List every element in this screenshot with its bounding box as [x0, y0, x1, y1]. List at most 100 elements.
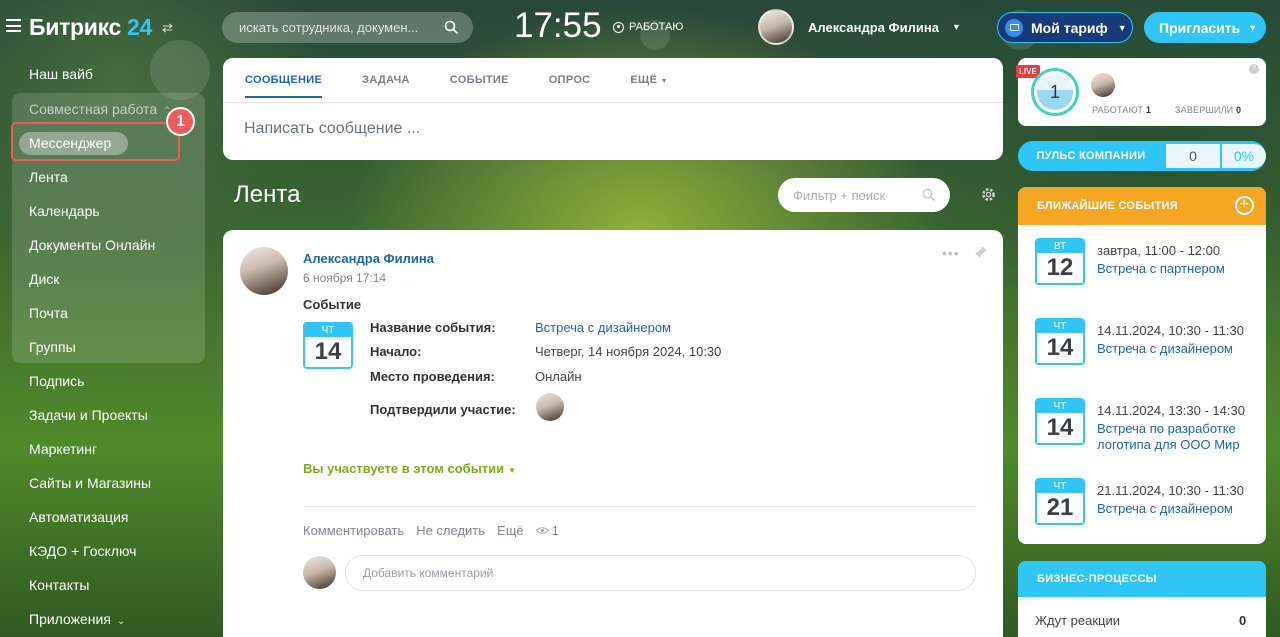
- sidebar-item-sites[interactable]: Сайты и Магазины: [29, 475, 151, 491]
- tab-message[interactable]: СООБЩЕНИЕ: [245, 74, 323, 98]
- sidebar-item-mail[interactable]: Почта: [29, 305, 68, 321]
- invite-label: Пригласить: [1159, 19, 1241, 36]
- event-title-link[interactable]: Встреча с партнером: [1097, 261, 1262, 277]
- calendar-dow: ВТ: [1037, 240, 1083, 253]
- logo[interactable]: Битрикс 24: [29, 14, 152, 41]
- event-name-link[interactable]: Встреча с дизайнером: [535, 320, 671, 335]
- calendar-day: 12: [1046, 254, 1074, 281]
- user-name[interactable]: Александра Филина: [808, 20, 939, 35]
- bp-title: БИЗНЕС-ПРОЦЕССЫ: [1018, 561, 1266, 597]
- divider: [223, 102, 1003, 103]
- record-icon: [613, 21, 624, 33]
- work-status-label: РАБОТАЮ: [629, 21, 684, 33]
- filter-search-input[interactable]: Фильтр + поиск: [778, 178, 950, 212]
- author-avatar[interactable]: [240, 247, 288, 295]
- event-time: 21.11.2024, 10:30 - 11:30: [1097, 483, 1244, 498]
- add-icon[interactable]: +: [1235, 196, 1254, 215]
- calendar-icon: ЧТ 14: [1035, 398, 1085, 445]
- calendar-icon: ЧТ 21: [1035, 478, 1085, 525]
- menu-burger-icon[interactable]: [6, 19, 21, 32]
- events-title: БЛИЖАЙШИЕ СОБЫТИЯ: [1037, 200, 1178, 212]
- comment-input[interactable]: Добавить комментарий: [345, 555, 976, 591]
- calendar-icon: ЧТ 14: [303, 322, 353, 369]
- message-input[interactable]: Написать сообщение ...: [244, 120, 420, 138]
- post-date[interactable]: 6 ноября 17:14: [303, 271, 386, 285]
- sidebar-item-marketing[interactable]: Маркетинг: [29, 441, 97, 457]
- views-count: 1: [551, 523, 559, 538]
- calendar-dow: ЧТ: [1037, 320, 1083, 333]
- gear-icon[interactable]: [980, 186, 997, 203]
- pin-icon[interactable]: [974, 245, 988, 259]
- post-actions: Комментировать Не следить Ещё 1: [303, 523, 559, 538]
- participant-avatar[interactable]: [536, 393, 564, 421]
- sidebar-item-collaboration[interactable]: Совместная работа ⌃: [29, 101, 172, 117]
- bp-row-label[interactable]: Ждут реакции: [1035, 613, 1120, 628]
- sidebar-item-apps[interactable]: Приложения ⌄: [29, 611, 125, 627]
- live-count: 1: [1037, 74, 1073, 110]
- chevron-down-icon: ▼: [660, 78, 668, 85]
- swap-icon[interactable]: ⇄: [162, 20, 173, 36]
- bp-row-count: 0: [1239, 613, 1247, 628]
- sidebar-item-signature[interactable]: Подпись: [29, 373, 84, 389]
- calendar-day: 21: [1046, 494, 1074, 521]
- search-input[interactable]: искать сотрудника, докумен...: [222, 12, 473, 43]
- tab-task[interactable]: ЗАДАЧА: [362, 74, 410, 98]
- live-user-avatar[interactable]: [1091, 73, 1115, 97]
- sidebar-item-vibe[interactable]: Наш вайб: [29, 66, 93, 82]
- tab-event[interactable]: СОБЫТИЕ: [450, 74, 509, 98]
- business-processes: БИЗНЕС-ПРОЦЕССЫ Ждут реакции 0: [1018, 561, 1266, 637]
- highlight-frame: [11, 122, 180, 161]
- sidebar-item-contacts[interactable]: Контакты: [29, 577, 89, 593]
- event-field-label: Подтвердили участие:: [370, 402, 516, 417]
- user-avatar[interactable]: [758, 9, 794, 45]
- top-header: Битрикс 24 ⇄ искать сотрудника, докумен..…: [0, 0, 1280, 56]
- sidebar-item-groups[interactable]: Группы: [29, 339, 76, 355]
- my-tariff-button[interactable]: Мой тариф ▼: [997, 12, 1133, 43]
- invite-button[interactable]: Пригласить ▼: [1144, 12, 1266, 43]
- more-icon[interactable]: •••: [942, 245, 960, 261]
- step-badge: 1: [166, 107, 195, 136]
- pulse-label: ПУЛЬС КОМПАНИИ: [1036, 150, 1146, 162]
- event-time: 14.11.2024, 13:30 - 14:30: [1097, 403, 1245, 418]
- search-icon[interactable]: [922, 188, 936, 202]
- sidebar-item-documents[interactable]: Документы Онлайн: [29, 237, 155, 253]
- event-field-label: Название события:: [370, 320, 496, 335]
- sidebar-item-automation[interactable]: Автоматизация: [29, 509, 128, 525]
- tab-poll[interactable]: ОПРОС: [549, 74, 591, 98]
- event-title-link[interactable]: Встреча с дизайнером: [1097, 501, 1262, 517]
- live-counter[interactable]: 1: [1031, 68, 1079, 116]
- calendar-day: 14: [1046, 334, 1074, 361]
- chevron-down-icon: ⌄: [116, 616, 126, 627]
- working-label: РАБОТАЮТ: [1092, 105, 1144, 115]
- sidebar-item-calendar[interactable]: Календарь: [29, 203, 100, 219]
- event-title-link[interactable]: Встреча с дизайнером: [1097, 341, 1262, 357]
- sidebar-item-kedo[interactable]: КЭДО + Госключ: [29, 543, 136, 559]
- calendar-icon: ВТ 12: [1035, 238, 1085, 285]
- more-link[interactable]: Ещё: [497, 523, 524, 538]
- upcoming-events: БЛИЖАЙШИЕ СОБЫТИЯ + ВТ 12 завтра, 11:00 -…: [1018, 187, 1266, 544]
- help-icon[interactable]: ?: [1249, 64, 1259, 74]
- search-icon[interactable]: [444, 20, 459, 35]
- event-title-link[interactable]: Встреча по разработке логотипа для ООО М…: [1097, 421, 1262, 453]
- page-title: Лента: [234, 181, 301, 208]
- work-status[interactable]: РАБОТАЮ: [613, 21, 683, 33]
- composer-tabs: СООБЩЕНИЕ ЗАДАЧА СОБЫТИЕ ОПРОС ЕЩЁ ▼: [245, 74, 668, 98]
- sidebar-item-tasks[interactable]: Задачи и Проекты: [29, 407, 148, 423]
- chevron-down-icon: ▼: [508, 466, 517, 475]
- unfollow-link[interactable]: Не следить: [416, 523, 485, 538]
- comment-placeholder: Добавить комментарий: [363, 566, 494, 580]
- sidebar-item-feed[interactable]: Лента: [29, 169, 68, 185]
- calendar-day: 14: [314, 338, 342, 365]
- filter-placeholder: Фильтр + поиск: [793, 187, 886, 203]
- comment-link[interactable]: Комментировать: [303, 523, 404, 538]
- tab-more[interactable]: ЕЩЁ ▼: [630, 74, 667, 98]
- working-counter: РАБОТАЮТ 1: [1092, 105, 1151, 115]
- chevron-down-icon[interactable]: ▼: [952, 22, 961, 32]
- company-pulse[interactable]: ПУЛЬС КОМПАНИИ 0 0%: [1018, 141, 1266, 171]
- search-placeholder: искать сотрудника, докумен...: [239, 20, 419, 35]
- calendar-dow: ЧТ: [1037, 400, 1083, 413]
- participation-toggle[interactable]: Вы участвуете в этом событии ▼: [303, 461, 516, 476]
- eye-icon: [535, 527, 549, 534]
- post-author[interactable]: Александра Филина: [303, 251, 434, 266]
- sidebar-item-disk[interactable]: Диск: [29, 271, 59, 287]
